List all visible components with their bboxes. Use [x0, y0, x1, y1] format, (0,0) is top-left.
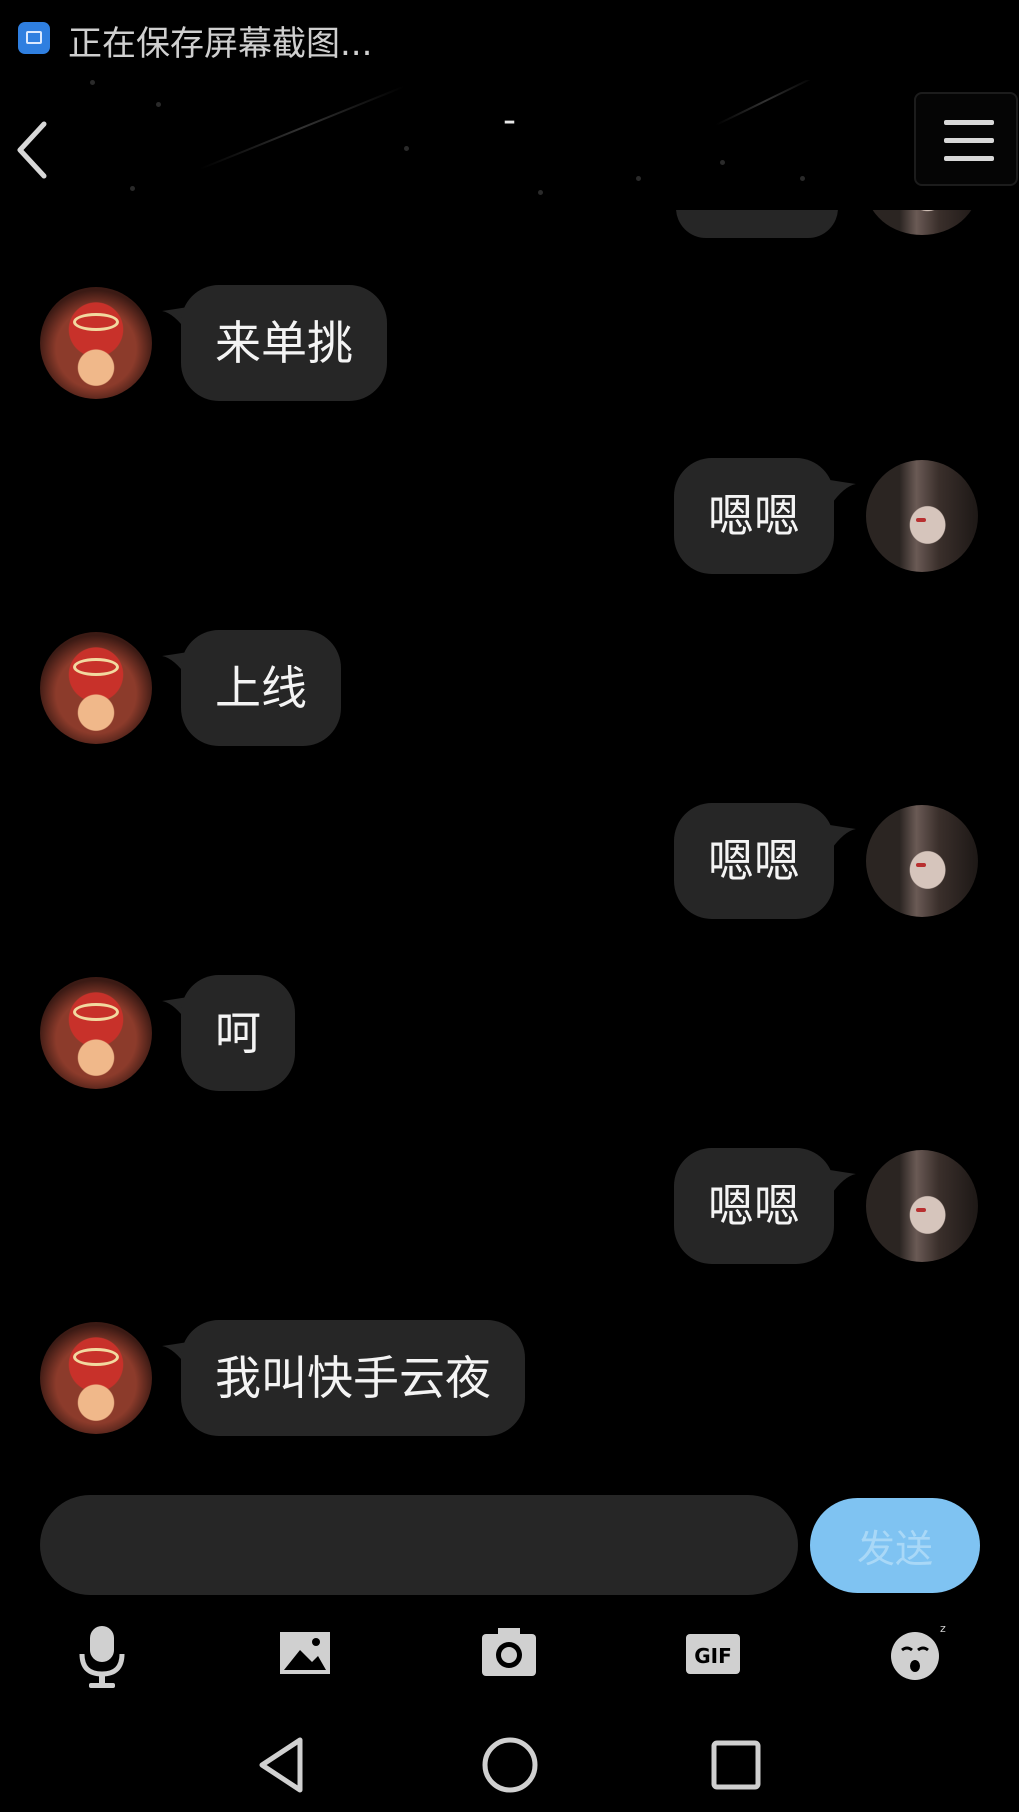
gif-icon: GIF [686, 1634, 740, 1674]
menu-button[interactable] [914, 92, 1018, 186]
background-star [800, 176, 805, 181]
status-bar: 正在保存屏幕截图... [0, 0, 1019, 78]
camera-button[interactable] [474, 1614, 544, 1694]
background-star [720, 160, 725, 165]
chat-toolbar: GIF z [0, 1614, 1019, 1694]
message-row-incoming: 呵 [0, 975, 1019, 1093]
square-recents-icon [711, 1740, 761, 1790]
message-row-outgoing: 嗯嗯 [0, 1148, 1019, 1266]
message-row-incoming: 上线 [0, 630, 1019, 748]
chat-header: - [0, 80, 1019, 218]
svg-text:GIF: GIF [694, 1644, 732, 1668]
menu-icon [944, 120, 994, 125]
avatar-other[interactable] [40, 287, 152, 399]
avatar-other[interactable] [40, 632, 152, 744]
avatar-self[interactable] [866, 805, 978, 917]
svg-text:z: z [940, 1622, 946, 1635]
avatar-other[interactable] [40, 977, 152, 1089]
message-row-incoming: 我叫快手云夜 [0, 1320, 1019, 1438]
nav-home-button[interactable] [475, 1730, 545, 1800]
image-button[interactable] [270, 1614, 340, 1694]
system-navigation-bar [0, 1712, 1019, 1812]
message-bubble[interactable]: 嗯嗯 [674, 458, 834, 574]
message-bubble[interactable]: 嗯嗯 [674, 803, 834, 919]
emoji-button[interactable]: z [882, 1614, 952, 1694]
avatar-other[interactable] [40, 1322, 152, 1434]
message-bubble[interactable]: 我叫快手云夜 [181, 1320, 525, 1436]
avatar-self[interactable] [866, 460, 978, 572]
message-list[interactable]: 来单挑 嗯嗯 上线 嗯嗯 呵 嗯嗯 我叫快手云夜 [0, 210, 1019, 1480]
avatar-self-partial[interactable] [866, 210, 978, 235]
message-input[interactable] [40, 1495, 798, 1595]
nav-back-button[interactable] [248, 1730, 318, 1800]
microphone-icon [79, 1626, 125, 1688]
background-star [404, 146, 409, 151]
avatar-self[interactable] [866, 1150, 978, 1262]
image-icon [280, 1632, 330, 1674]
message-bubble[interactable]: 呵 [181, 975, 295, 1091]
triangle-back-icon [259, 1737, 303, 1793]
gif-button[interactable]: GIF [678, 1614, 748, 1694]
message-row-outgoing: 嗯嗯 [0, 803, 1019, 921]
status-notification-text: 正在保存屏幕截图... [68, 24, 373, 64]
circle-home-icon [482, 1737, 538, 1793]
gallery-app-icon [18, 22, 50, 54]
background-star [90, 80, 95, 85]
chat-title: - [503, 100, 516, 141]
emoji-icon: z [891, 1622, 946, 1680]
message-bubble-partial [676, 210, 838, 238]
background-star [538, 190, 543, 195]
message-bubble[interactable]: 来单挑 [181, 285, 387, 401]
bubble-tail [830, 1170, 856, 1196]
message-bubble[interactable]: 上线 [181, 630, 341, 746]
message-row-outgoing: 嗯嗯 [0, 458, 1019, 576]
message-row-incoming: 来单挑 [0, 285, 1019, 403]
bubble-tail [830, 825, 856, 851]
bubble-tail [830, 480, 856, 506]
background-star [636, 176, 641, 181]
message-bubble[interactable]: 嗯嗯 [674, 1148, 834, 1264]
camera-icon [482, 1628, 536, 1676]
voice-button[interactable] [67, 1614, 137, 1694]
background-star [130, 186, 135, 191]
send-button[interactable]: 发送 [810, 1498, 980, 1593]
nav-recents-button[interactable] [701, 1730, 771, 1800]
